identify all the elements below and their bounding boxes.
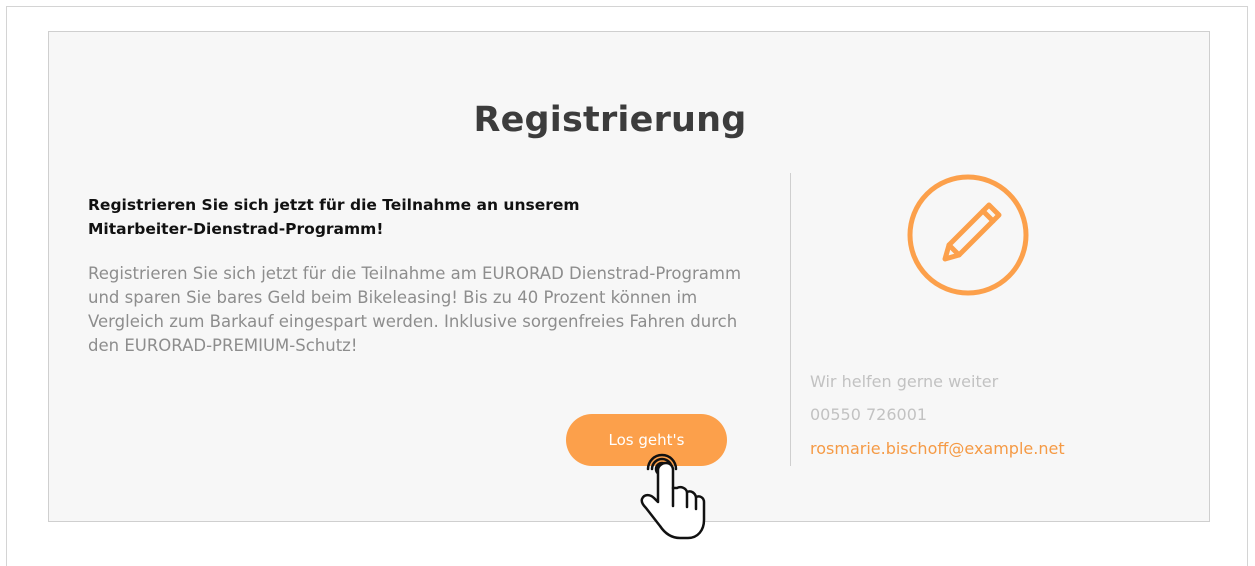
page-title: Registrierung <box>473 100 747 140</box>
help-label: Wir helfen gerne weiter <box>810 372 999 391</box>
help-email-link[interactable]: rosmarie.bischoff@example.net <box>810 439 1065 458</box>
help-phone: 00550 726001 <box>810 405 928 424</box>
pencil-icon <box>907 174 1029 296</box>
registration-lead: Registrieren Sie sich jetzt für die Teil… <box>88 196 580 238</box>
registration-description: Registrieren Sie sich jetzt für die Teil… <box>88 264 742 355</box>
column-divider <box>790 173 791 466</box>
hand-pointer-icon <box>630 452 710 544</box>
